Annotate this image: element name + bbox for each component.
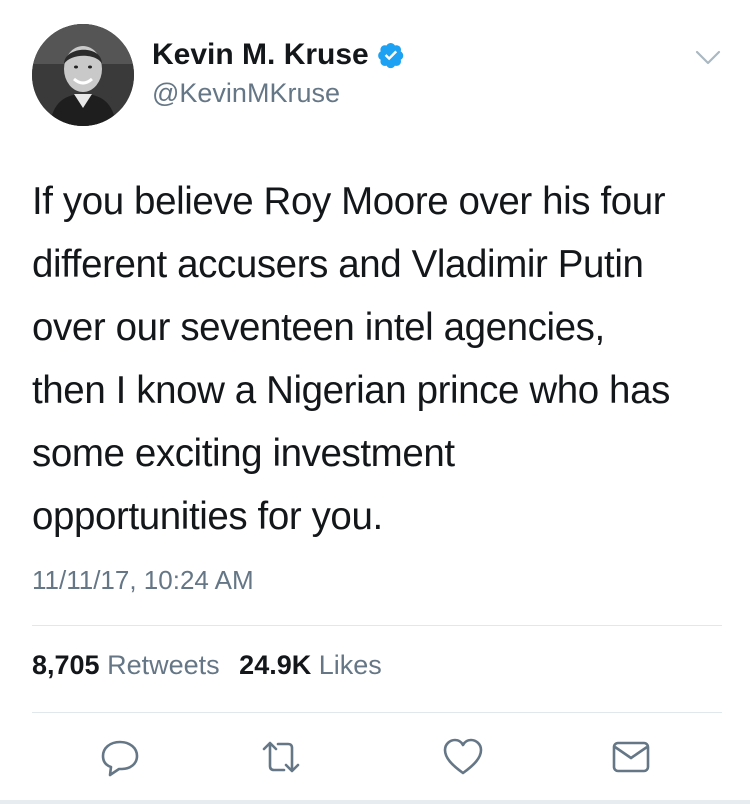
likes-stat[interactable]: 24.9K Likes (239, 650, 394, 680)
author-name-row[interactable]: Kevin M. Kruse (152, 38, 405, 72)
retweets-stat[interactable]: 8,705 Retweets (32, 650, 239, 680)
tweet-stats: 8,705 Retweets 24.9K Likes (32, 650, 394, 681)
tweet-text-line: different accusers and Vladimir Putin (32, 243, 644, 286)
tweet-text-line: opportunities for you. (32, 495, 383, 538)
heart-icon[interactable] (440, 734, 486, 780)
verified-badge-icon (377, 41, 405, 69)
author-handle[interactable]: @KevinMKruse (152, 78, 340, 109)
retweets-label: Retweets (107, 650, 220, 680)
tweet-timestamp[interactable]: 11/11/17, 10:24 AM (32, 565, 254, 596)
tweet-card: Kevin M. Kruse @KevinMKruse If you belie… (0, 0, 750, 804)
bottom-bar (0, 800, 750, 804)
tweet-text-line: If you believe Roy Moore over his four (32, 180, 666, 223)
divider (32, 712, 722, 713)
likes-label: Likes (318, 650, 382, 680)
retweets-count: 8,705 (32, 650, 100, 680)
tweet-text-line: then I know a Nigerian prince who has (32, 369, 670, 412)
tweet-text-line: over our seventeen intel agencies, (32, 306, 605, 349)
divider (32, 625, 722, 626)
tweet-text: If you believe Roy Moore over his four d… (32, 170, 722, 548)
reply-icon[interactable] (97, 734, 143, 780)
tweet-actions (0, 734, 750, 780)
envelope-icon[interactable] (608, 734, 654, 780)
likes-count: 24.9K (239, 650, 312, 680)
chevron-down-icon[interactable] (694, 48, 722, 68)
avatar[interactable] (32, 24, 134, 126)
retweet-icon[interactable] (258, 734, 304, 780)
avatar-photo (32, 24, 134, 126)
tweet-text-line: some exciting investment (32, 432, 455, 475)
author-display-name[interactable]: Kevin M. Kruse (152, 38, 369, 72)
